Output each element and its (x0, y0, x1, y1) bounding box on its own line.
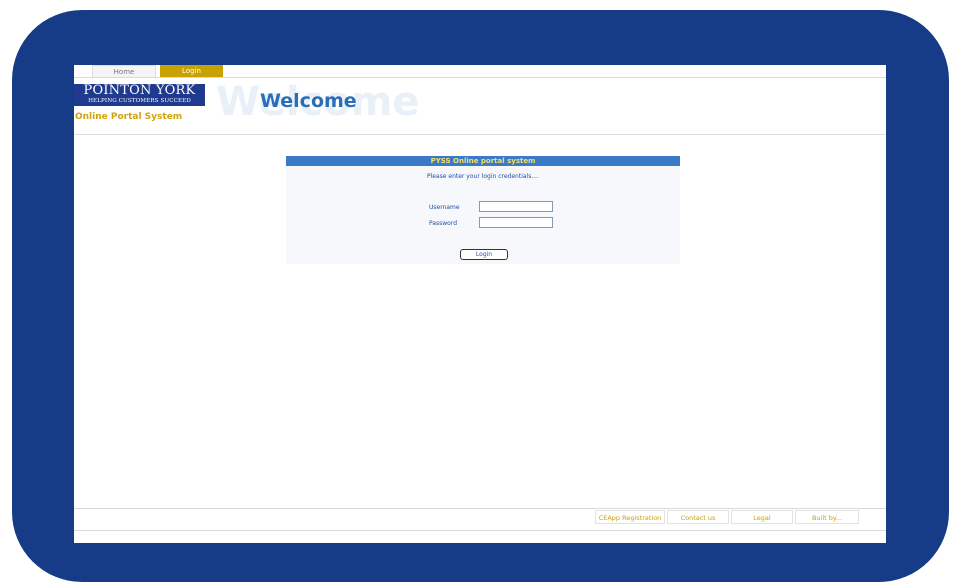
footer-link-legal[interactable]: Legal (731, 510, 793, 524)
footer-link-ceapp-registration[interactable]: CEApp Registration (595, 510, 665, 524)
username-input[interactable] (479, 201, 553, 212)
username-label: Username (429, 204, 460, 211)
logo-wordmark: POINTON YORK (83, 83, 196, 98)
login-panel-title: PYSS Online portal system (286, 156, 680, 166)
browser-page: Home Login POINTON YORK HELPING CUSTOMER… (74, 65, 886, 543)
footer-link-built-by[interactable]: Built by... (795, 510, 859, 524)
login-instructions: Please enter your login credentials.... (427, 173, 539, 180)
header-divider (74, 134, 886, 135)
footer-divider-top (74, 508, 886, 509)
page-title: Welcome (260, 90, 357, 112)
logo-tagline: HELPING CUSTOMERS SUCCEED (88, 98, 191, 104)
login-button[interactable]: Login (460, 249, 508, 260)
login-panel: PYSS Online portal system Please enter y… (286, 156, 680, 264)
footer-link-contact-us[interactable]: Contact us (667, 510, 729, 524)
top-tabs: Home Login (74, 65, 886, 78)
footer: CEApp Registration Contact us Legal Buil… (74, 508, 886, 532)
footer-divider-bottom (74, 530, 886, 531)
portal-title: Online Portal System (75, 112, 183, 122)
tabs-divider (74, 77, 886, 78)
pointon-york-logo[interactable]: POINTON YORK HELPING CUSTOMERS SUCCEED (74, 84, 205, 106)
password-label: Password (429, 220, 458, 227)
password-input[interactable] (479, 217, 553, 228)
